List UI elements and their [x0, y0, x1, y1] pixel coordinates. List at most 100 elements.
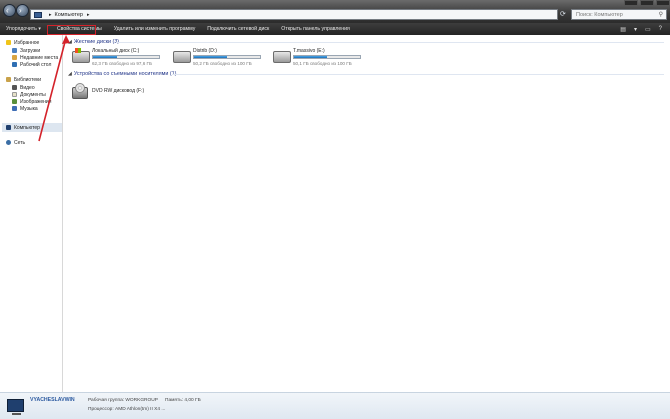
collapse-triangle-icon[interactable]: ◢ [68, 71, 72, 77]
removable-group-header[interactable]: ◢ Устройства со съемными носителями (1) [68, 71, 176, 77]
system-drive-icon [72, 48, 90, 63]
sidebar-item-label: Музыка [20, 105, 38, 112]
drive-usage-fill [294, 56, 327, 58]
view-controls: ▤ ▾ ▭ ? [620, 26, 662, 33]
sidebar-item-documents[interactable]: Документы [12, 91, 46, 98]
sidebar-item-label: Недавние места [20, 54, 59, 61]
drive-free-space: 62,3 ГБ свободно из 97,6 ГБ [92, 61, 153, 66]
sidebar-item-label: Документы [20, 91, 46, 98]
workgroup-info: Рабочая группа: WORKGROUP [88, 398, 158, 403]
drive-usage-fill [194, 56, 227, 58]
search-input[interactable]: Поиск: Компьютер ⚲ [571, 9, 667, 20]
sidebar-computer-label: Компьютер [14, 124, 40, 131]
sidebar-computer[interactable]: Компьютер [6, 124, 40, 131]
network-icon [6, 140, 11, 145]
desktop-icon [12, 62, 17, 67]
uninstall-label: Удалить или изменить программу [113, 26, 196, 32]
content-pane: ◢ Жесткие диски (3) Локальный диск (C:) … [64, 35, 670, 392]
organize-dropdown-icon: ▾ [38, 26, 41, 32]
drive-e[interactable]: Т.massivo (E:) 50,1 ГБ свободно из 100 Г… [273, 48, 361, 68]
highlight-box [47, 25, 96, 35]
collapse-triangle-icon[interactable]: ◢ [68, 39, 72, 45]
drive-name: Т.massivo (E:) [293, 48, 325, 54]
drive-free-space: 50,1 ГБ свободно из 100 ГБ [293, 61, 352, 66]
forward-button[interactable]: › [16, 4, 29, 17]
address-bar[interactable]: ▸ Компьютер ▸ [30, 9, 558, 20]
window-controls [620, 0, 670, 7]
drive-usage-bar [193, 55, 261, 59]
group-divider [116, 42, 664, 43]
hard-drive-icon [173, 51, 191, 63]
hard-disks-header-label: Жесткие диски (3) [73, 39, 120, 45]
sidebar-libraries-label: Библиотеки [14, 76, 42, 83]
group-divider [172, 74, 664, 75]
drive-name: Локальный диск (C:) [92, 48, 140, 54]
sidebar-item-downloads[interactable]: Загрузки [12, 47, 40, 54]
details-pane: VYACHESLAVWIN Рабочая группа: WORKGROUP … [0, 392, 670, 419]
organize-button[interactable]: Упорядочить ▾ [0, 23, 49, 35]
minimize-button[interactable] [624, 0, 638, 6]
control-panel-label: Открыть панель управления [281, 26, 350, 32]
drive-name: Distrib (D:) [193, 48, 217, 54]
drive-free-space: 50,2 ГБ свободно из 100 ГБ [193, 61, 252, 66]
sidebar-item-desktop[interactable]: Рабочий стол [12, 61, 51, 68]
uninstall-program-button[interactable]: Удалить или изменить программу [108, 23, 202, 35]
video-icon [12, 85, 17, 90]
library-icon [6, 77, 11, 82]
breadcrumb-computer[interactable]: Компьютер [55, 12, 83, 18]
breadcrumb-arrow-icon: ▸ [49, 11, 52, 18]
computer-name: VYACHESLAVWIN [30, 397, 75, 403]
sidebar-network-label: Сеть [14, 139, 26, 146]
dvd-drive[interactable]: DVD RW дисковод (F:) [72, 83, 152, 103]
music-icon [12, 106, 17, 111]
open-control-panel-button[interactable]: Открыть панель управления [275, 23, 356, 35]
title-bar: ‹ › ▸ Компьютер ▸ ⟳ Поиск: Компьютер ⚲ [0, 0, 670, 23]
pictures-icon [12, 99, 17, 104]
drive-usage-bar [293, 55, 361, 59]
sidebar-favorites[interactable]: Избранное [6, 39, 39, 46]
sidebar-libraries[interactable]: Библиотеки [6, 76, 41, 83]
downloads-icon [12, 48, 17, 53]
back-button[interactable]: ‹ [3, 4, 16, 17]
help-icon[interactable]: ? [659, 26, 662, 33]
breadcrumb-chevron-icon[interactable]: ▸ [87, 12, 90, 18]
dvd-drive-name: DVD RW дисковод (F:) [92, 88, 145, 94]
sidebar-item-label: Загрузки [20, 47, 41, 54]
drive-usage-bar [92, 55, 160, 59]
hard-drive-icon [273, 51, 291, 63]
refresh-icon[interactable]: ⟳ [560, 10, 566, 18]
sidebar-item-pictures[interactable]: Изображения [12, 98, 51, 105]
hard-disks-group-header[interactable]: ◢ Жесткие диски (3) [68, 39, 119, 45]
maximize-button[interactable] [640, 0, 654, 6]
drive-d[interactable]: Distrib (D:) 50,2 ГБ свободно из 100 ГБ [173, 48, 261, 68]
view-dropdown-icon[interactable]: ▾ [634, 26, 637, 33]
sidebar-item-label: Рабочий стол [20, 61, 52, 68]
map-network-drive-button[interactable]: Подключить сетевой диск [201, 23, 275, 35]
sidebar-item-music[interactable]: Музыка [12, 105, 38, 112]
drive-usage-fill [93, 56, 117, 58]
sidebar-network[interactable]: Сеть [6, 139, 25, 146]
computer-icon [34, 11, 42, 18]
navigation-pane: Избранное Загрузки Недавние места Рабочи… [0, 35, 63, 392]
sidebar-item-recent-places[interactable]: Недавние места [12, 54, 58, 61]
recent-places-icon [12, 55, 17, 60]
forward-arrow-icon: › [19, 6, 22, 15]
documents-icon [12, 92, 17, 97]
search-icon[interactable]: ⚲ [659, 11, 663, 18]
removable-header-label: Устройства со съемными носителями (1) [73, 71, 177, 77]
sidebar-item-label: Видео [20, 84, 35, 91]
search-placeholder: Поиск: Компьютер [576, 12, 623, 18]
organize-label: Упорядочить [6, 26, 37, 32]
back-arrow-icon: ‹ [6, 6, 9, 15]
computer-icon [7, 399, 24, 415]
processor-info: Процессор: AMD Athlon(tm) II X4 ... [88, 407, 166, 412]
disc-icon [75, 83, 85, 93]
command-bar: Упорядочить ▾ Свойства системы Удалить и… [0, 23, 670, 35]
sidebar-item-video[interactable]: Видео [12, 84, 35, 91]
drive-c[interactable]: Локальный диск (C:) 62,3 ГБ свободно из … [72, 48, 160, 68]
preview-pane-icon[interactable]: ▭ [645, 26, 651, 33]
close-button[interactable] [656, 0, 670, 6]
computer-icon [6, 125, 11, 130]
star-icon [6, 40, 11, 45]
view-options-icon[interactable]: ▤ [620, 26, 626, 33]
